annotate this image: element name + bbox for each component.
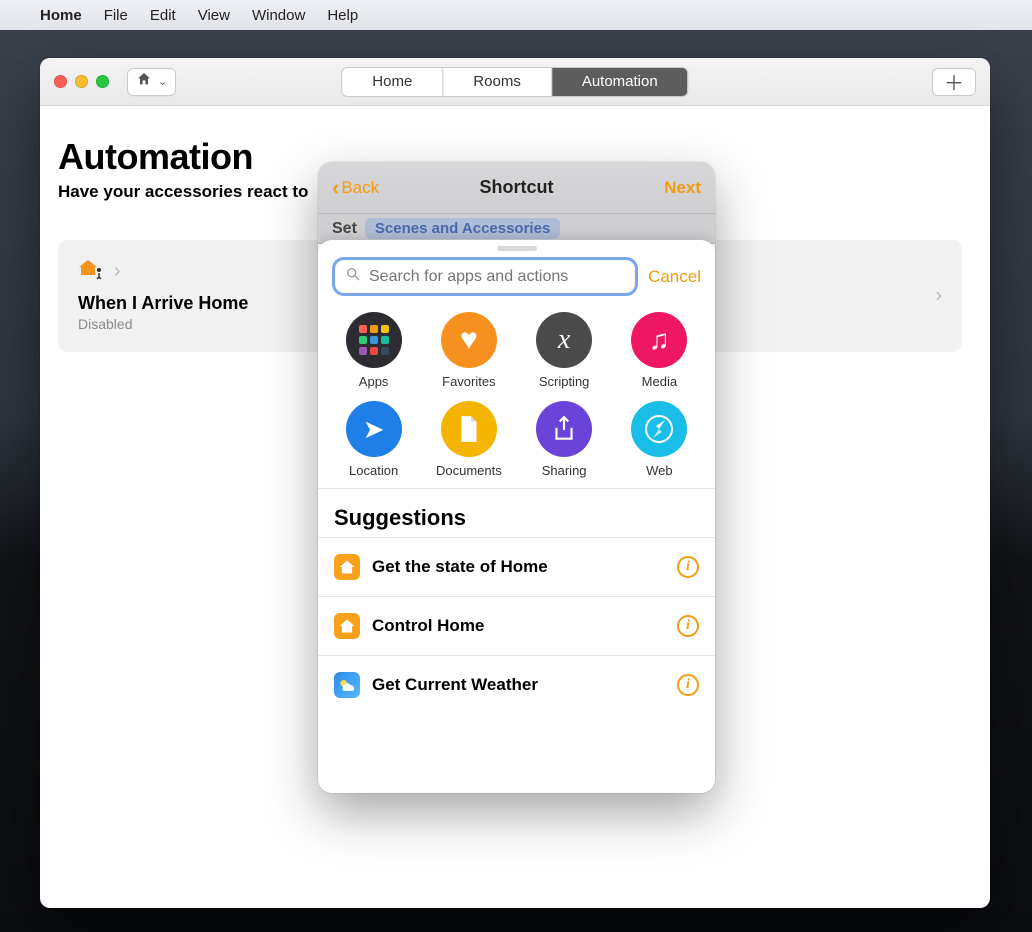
macos-menubar: Home File Edit View Window Help (0, 0, 1032, 30)
cancel-button[interactable]: Cancel (648, 267, 701, 287)
chevron-right-icon: › (114, 260, 121, 283)
add-button[interactable]: ＋ (932, 68, 976, 96)
next-button[interactable]: Next (664, 178, 701, 198)
chevron-down-icon: ⌄ (158, 75, 167, 88)
compass-icon (631, 401, 687, 457)
weather-app-icon (334, 672, 360, 698)
category-favorites-label: Favorites (442, 374, 495, 389)
menubar-file[interactable]: File (104, 7, 128, 24)
category-media-label: Media (642, 374, 677, 389)
menubar-window[interactable]: Window (252, 7, 305, 24)
info-out-icon[interactable]: i (677, 615, 699, 637)
location-arrow-icon: ➤ (346, 401, 402, 457)
menubar-app-name[interactable]: Home (40, 7, 82, 24)
category-sharing-label: Sharing (542, 463, 587, 478)
suggestion-get-current-weather[interactable]: Get Current Weather i (318, 655, 715, 714)
shortcut-panel: ‹ Back Shortcut Next Set Scenes and Acce… (318, 162, 715, 793)
chevron-left-icon: ‹ (332, 175, 339, 201)
view-segmented-control: Home Rooms Automation (341, 67, 688, 97)
actions-search-sheet: Cancel Apps ♥ Favorites (318, 240, 715, 793)
window-zoom[interactable] (96, 75, 109, 88)
search-icon (345, 266, 361, 287)
category-documents[interactable]: Documents (423, 401, 514, 478)
scenes-accessories-tag[interactable]: Scenes and Accessories (365, 218, 560, 239)
suggestions-list: Get the state of Home i Control Home i G… (318, 537, 715, 714)
home-selector-dropdown[interactable]: ⌄ (127, 68, 176, 96)
category-web[interactable]: Web (614, 401, 705, 478)
chevron-right-icon: › (935, 285, 942, 308)
suggestion-control-home[interactable]: Control Home i (318, 596, 715, 655)
suggestion-label: Get Current Weather (372, 675, 665, 695)
tab-rooms[interactable]: Rooms (443, 68, 552, 96)
category-web-label: Web (646, 463, 673, 478)
home-app-icon (334, 613, 360, 639)
menubar-view[interactable]: View (198, 7, 230, 24)
window-minimize[interactable] (75, 75, 88, 88)
suggestion-get-state-home[interactable]: Get the state of Home i (318, 537, 715, 596)
search-input[interactable] (369, 268, 625, 286)
share-icon (536, 401, 592, 457)
category-documents-label: Documents (436, 463, 502, 478)
panel-title: Shortcut (480, 177, 554, 198)
suggestions-header: Suggestions (318, 489, 715, 537)
window-traffic-lights (54, 75, 109, 88)
info-out-icon[interactable]: i (677, 674, 699, 696)
apps-icon (346, 312, 402, 368)
home-app-window: ⌄ Home Rooms Automation ＋ Automation Hav… (40, 58, 990, 908)
category-scripting[interactable]: x Scripting (519, 312, 610, 389)
plus-icon: ＋ (944, 67, 964, 96)
tab-home[interactable]: Home (342, 68, 443, 96)
heart-icon: ♥ (441, 312, 497, 368)
window-close[interactable] (54, 75, 67, 88)
menubar-help[interactable]: Help (327, 7, 358, 24)
search-field-wrapper[interactable] (332, 257, 638, 296)
home-app-icon (334, 554, 360, 580)
category-apps[interactable]: Apps (328, 312, 419, 389)
category-grid: Apps ♥ Favorites x Scripting ♫ Media ➤ L… (318, 306, 715, 489)
category-media[interactable]: ♫ Media (614, 312, 705, 389)
scripting-icon: x (536, 312, 592, 368)
menubar-edit[interactable]: Edit (150, 7, 176, 24)
house-icon (136, 71, 152, 92)
back-label: Back (341, 178, 379, 198)
category-favorites[interactable]: ♥ Favorites (423, 312, 514, 389)
sheet-drag-handle[interactable] (497, 246, 537, 251)
set-label: Set (332, 220, 357, 238)
category-scripting-label: Scripting (539, 374, 590, 389)
suggestion-label: Get the state of Home (372, 557, 665, 577)
category-apps-label: Apps (359, 374, 389, 389)
home-arrive-icon (78, 258, 104, 285)
panel-header: ‹ Back Shortcut Next (318, 162, 715, 214)
window-titlebar: ⌄ Home Rooms Automation ＋ (40, 58, 990, 106)
suggestion-label: Control Home (372, 616, 665, 636)
document-icon (441, 401, 497, 457)
music-note-icon: ♫ (631, 312, 687, 368)
tab-automation[interactable]: Automation (552, 68, 688, 96)
category-sharing[interactable]: Sharing (519, 401, 610, 478)
category-location[interactable]: ➤ Location (328, 401, 419, 478)
category-location-label: Location (349, 463, 398, 478)
info-out-icon[interactable]: i (677, 556, 699, 578)
back-button[interactable]: ‹ Back (332, 175, 379, 201)
